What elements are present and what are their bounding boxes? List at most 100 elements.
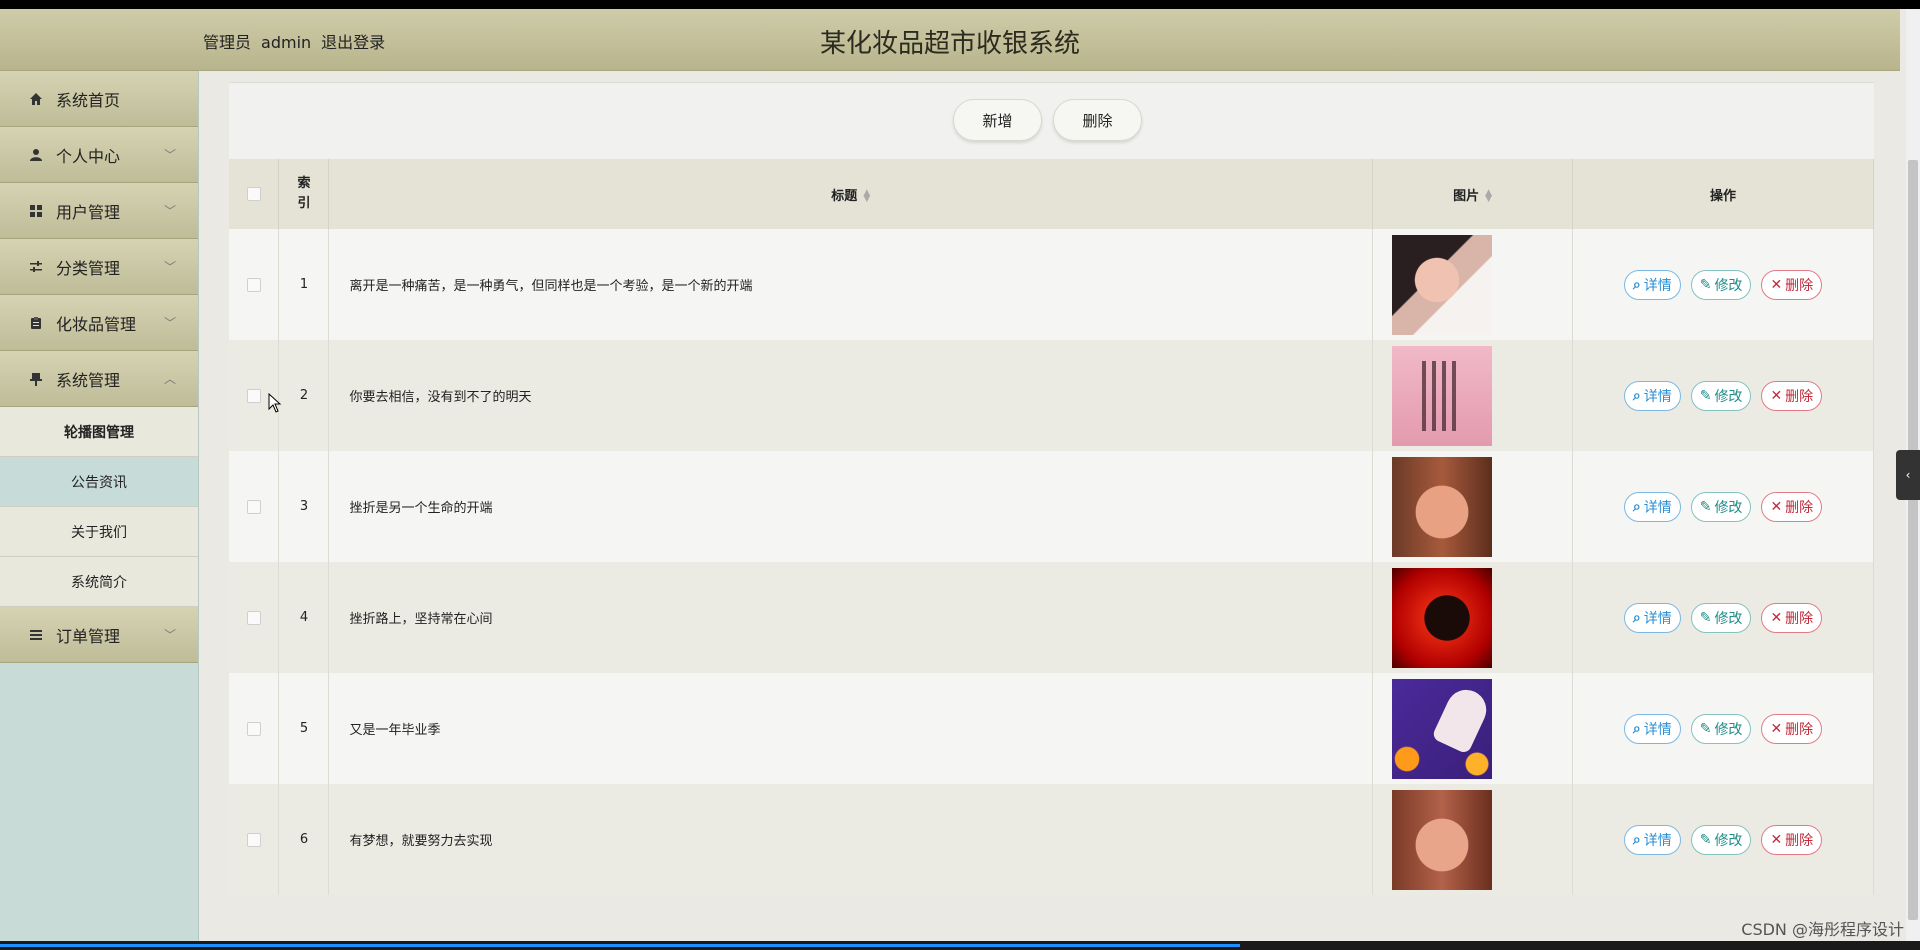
chevron-down-icon: ﹀ <box>163 204 176 218</box>
column-header-index: 索引 <box>278 159 330 229</box>
close-icon: ✕ <box>1770 720 1783 737</box>
row-delete-button[interactable]: ✕ 删除 <box>1761 824 1823 855</box>
pin-icon <box>28 371 44 387</box>
divider <box>229 82 1874 83</box>
pencil-icon: ✎ <box>1699 831 1712 848</box>
edit-button[interactable]: ✎ 修改 <box>1690 491 1752 522</box>
user-icon <box>28 147 44 163</box>
search-icon: ⌕ <box>1632 831 1641 848</box>
row-title: 挫折路上，坚持常在心间 <box>328 562 1374 673</box>
detail-button[interactable]: ⌕ 详情 <box>1623 824 1681 855</box>
row-delete-button[interactable]: ✕ 删除 <box>1761 713 1823 744</box>
row-index: 1 <box>278 229 330 340</box>
sidebar-item-profile[interactable]: 个人中心 ﹀ <box>0 127 198 183</box>
edit-button[interactable]: ✎ 修改 <box>1690 602 1752 633</box>
pencil-icon: ✎ <box>1699 276 1712 293</box>
submenu-item-about[interactable]: 关于我们 <box>0 507 198 557</box>
row-delete-button[interactable]: ✕ 删除 <box>1761 380 1823 411</box>
column-header-image[interactable]: 图片 ▲ ▼ <box>1372 159 1574 229</box>
sort-icon[interactable]: ▲ ▼ <box>1485 189 1492 204</box>
detail-button[interactable]: ⌕ 详情 <box>1623 713 1681 744</box>
clipboard-icon <box>28 315 44 331</box>
list-icon <box>28 627 44 643</box>
select-all-checkbox[interactable] <box>246 187 261 201</box>
submenu-item-label: 系统简介 <box>71 574 127 591</box>
sidebar-item-users[interactable]: 用户管理 ﹀ <box>0 183 198 239</box>
table-row: 3 挫折是另一个生命的开端 ⌕ 详情 ✎ 修改 ✕ 删除 <box>229 451 1874 562</box>
submenu-item-carousel[interactable]: 轮播图管理 <box>0 407 198 457</box>
row-checkbox[interactable] <box>246 388 261 403</box>
row-title: 离开是一种痛苦，是一种勇气，但同样也是一个考验，是一个新的开端 <box>328 229 1374 340</box>
sidebar-item-label: 用户管理 <box>56 202 121 222</box>
sidebar: 系统首页 个人中心 ﹀ 用户管理 ﹀ 分类管理 ﹀ 化妆品管理 ﹀ 系统管理 ︿ <box>0 71 199 941</box>
close-icon: ✕ <box>1770 609 1783 626</box>
row-thumbnail <box>1392 456 1493 557</box>
column-header-title[interactable]: 标题 ▲ ▼ <box>328 159 1374 229</box>
edit-button[interactable]: ✎ 修改 <box>1690 824 1752 855</box>
search-icon: ⌕ <box>1632 276 1641 293</box>
edit-button[interactable]: ✎ 修改 <box>1690 713 1752 744</box>
row-checkbox[interactable] <box>246 610 261 625</box>
close-icon: ✕ <box>1770 276 1783 293</box>
chevron-left-icon[interactable]: ‹ <box>1896 450 1920 500</box>
sidebar-item-cosmetics[interactable]: 化妆品管理 ﹀ <box>0 295 198 351</box>
row-delete-button[interactable]: ✕ 删除 <box>1761 602 1823 633</box>
row-thumbnail <box>1392 567 1493 668</box>
search-icon: ⌕ <box>1632 720 1641 737</box>
scrollbar-thumb[interactable] <box>1908 160 1918 920</box>
pencil-icon: ✎ <box>1699 609 1712 626</box>
pencil-icon: ✎ <box>1699 387 1712 404</box>
sliders-icon <box>28 259 44 275</box>
sidebar-item-home[interactable]: 系统首页 <box>0 71 198 127</box>
row-thumbnail <box>1392 345 1493 446</box>
home-icon <box>28 91 44 107</box>
detail-button[interactable]: ⌕ 详情 <box>1623 602 1681 633</box>
delete-button[interactable]: 删除 <box>1053 99 1142 141</box>
row-delete-button[interactable]: ✕ 删除 <box>1761 491 1823 522</box>
table-header-row: 索引 标题 ▲ ▼ 图片 ▲ ▼ 操作 <box>229 159 1874 229</box>
sidebar-item-orders[interactable]: 订单管理 ﹀ <box>0 607 198 663</box>
table-row: 2 你要去相信，没有到不了的明天 ⌕ 详情 ✎ 修改 ✕ 删除 <box>229 340 1874 451</box>
sidebar-item-system[interactable]: 系统管理 ︿ <box>0 351 198 407</box>
app-header: 管理员 admin 退出登录 某化妆品超市收银系统 <box>0 9 1900 71</box>
search-icon: ⌕ <box>1632 609 1641 626</box>
chevron-up-icon: ︿ <box>163 372 176 386</box>
row-index: 5 <box>278 673 330 784</box>
submenu-item-label: 轮播图管理 <box>64 424 134 441</box>
close-icon: ✕ <box>1770 498 1783 515</box>
sidebar-item-categories[interactable]: 分类管理 ﹀ <box>0 239 198 295</box>
main-content: 新增 删除 索引 标题 ▲ ▼ 图片 ▲ ▼ 操作 1 离开是一种痛苦，是一种勇气，但同… <box>229 82 1874 895</box>
select-all-header <box>229 159 280 229</box>
chevron-down-icon: ﹀ <box>163 148 176 162</box>
edit-button[interactable]: ✎ 修改 <box>1690 269 1752 300</box>
row-checkbox[interactable] <box>246 721 261 736</box>
row-checkbox[interactable] <box>246 832 261 847</box>
data-table: 索引 标题 ▲ ▼ 图片 ▲ ▼ 操作 1 离开是一种痛苦，是一种勇气，但同样也是一个考… <box>229 159 1874 895</box>
submenu-item-label: 公告资讯 <box>71 474 127 491</box>
pencil-icon: ✎ <box>1699 720 1712 737</box>
edit-button[interactable]: ✎ 修改 <box>1690 380 1752 411</box>
sidebar-item-label: 个人中心 <box>56 146 121 166</box>
grid-icon <box>28 203 44 219</box>
sort-icon[interactable]: ▲ ▼ <box>863 189 870 204</box>
row-checkbox[interactable] <box>246 277 261 292</box>
submenu-item-announcements[interactable]: 公告资讯 <box>0 457 198 507</box>
add-button[interactable]: 新增 <box>953 99 1042 141</box>
chevron-down-icon: ﹀ <box>163 316 176 330</box>
row-title: 你要去相信，没有到不了的明天 <box>328 340 1374 451</box>
close-icon: ✕ <box>1770 831 1783 848</box>
detail-button[interactable]: ⌕ 详情 <box>1623 491 1681 522</box>
row-thumbnail <box>1392 789 1493 890</box>
row-title: 有梦想，就要努力去实现 <box>328 784 1374 895</box>
row-delete-button[interactable]: ✕ 删除 <box>1761 269 1823 300</box>
row-title: 又是一年毕业季 <box>328 673 1374 784</box>
detail-button[interactable]: ⌕ 详情 <box>1623 380 1681 411</box>
table-row: 1 离开是一种痛苦，是一种勇气，但同样也是一个考验，是一个新的开端 ⌕ 详情 ✎ 修… <box>229 229 1874 340</box>
row-index: 2 <box>278 340 330 451</box>
app-title: 某化妆品超市收银系统 <box>819 29 1080 59</box>
window-top-bar <box>0 0 1920 9</box>
row-index: 6 <box>278 784 330 895</box>
row-checkbox[interactable] <box>246 499 261 514</box>
submenu-item-intro[interactable]: 系统简介 <box>0 557 198 607</box>
detail-button[interactable]: ⌕ 详情 <box>1623 269 1681 300</box>
